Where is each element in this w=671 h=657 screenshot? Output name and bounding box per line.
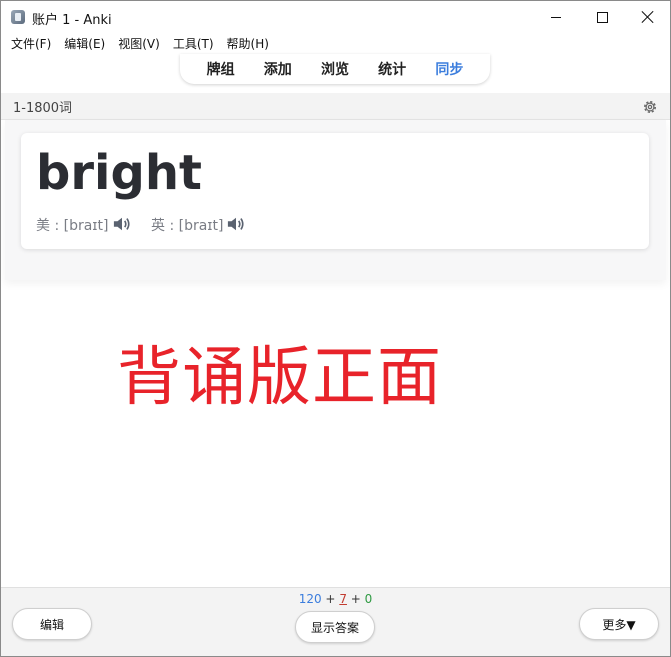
menu-help[interactable]: 帮助(H) — [221, 34, 276, 54]
show-answer-button[interactable]: 显示答案 — [295, 611, 375, 643]
review-count: 0 — [364, 592, 373, 606]
speaker-icon[interactable] — [113, 216, 131, 232]
maximize-button[interactable] — [579, 1, 625, 33]
anki-app-icon — [11, 10, 25, 24]
close-icon — [642, 11, 654, 23]
toolbar-stats[interactable]: 统计 — [378, 59, 406, 79]
anki-window: 账户 1 - Anki 文件(F) 编辑(E) 视图(V) 工具(T) 帮助(H… — [0, 0, 671, 657]
toolbar-browse[interactable]: 浏览 — [321, 59, 349, 79]
deck-bar: 1-1800词 — [1, 93, 670, 120]
toolbar-sync[interactable]: 同步 — [435, 59, 463, 79]
title-bar: 账户 1 - Anki — [1, 1, 670, 33]
menu-tools[interactable]: 工具(T) — [167, 34, 221, 54]
more-button[interactable]: 更多▼ — [579, 608, 659, 640]
overlay-label: 背诵版正面 — [117, 341, 442, 415]
toolbar-decks[interactable]: 牌组 — [207, 59, 235, 79]
deck-name: 1-1800词 — [13, 101, 73, 116]
menu-view[interactable]: 视图(V) — [112, 34, 167, 54]
maximize-icon — [596, 11, 608, 23]
due-counts: 120 + 7 + 0 — [1, 592, 670, 606]
speaker-icon[interactable] — [227, 216, 245, 232]
menu-file[interactable]: 文件(F) — [5, 34, 58, 54]
count-separator: + — [350, 592, 361, 606]
toolbar-add[interactable]: 添加 — [264, 59, 292, 79]
menu-edit[interactable]: 编辑(E) — [58, 34, 112, 54]
edit-button[interactable]: 编辑 — [12, 608, 92, 640]
word-card: bright 美 : [braɪt] 英 : [braɪt] — [21, 133, 649, 249]
main-toolbar: 牌组 添加 浏览 统计 同步 — [180, 54, 490, 84]
menu-bar: 文件(F) 编辑(E) 视图(V) 工具(T) 帮助(H) — [1, 34, 276, 54]
gear-icon[interactable] — [641, 98, 659, 116]
card-word: bright — [36, 145, 202, 201]
new-count: 120 — [298, 592, 322, 606]
window-title: 账户 1 - Anki — [32, 13, 112, 28]
uk-phonetic: 英 : [braɪt] — [151, 218, 224, 234]
us-phonetic: 美 : [braɪt] — [36, 218, 109, 234]
minimize-button[interactable] — [533, 1, 579, 33]
count-separator: + — [325, 592, 336, 606]
minimize-icon — [551, 16, 561, 18]
close-button[interactable] — [625, 1, 670, 33]
learn-count: 7 — [339, 592, 347, 606]
